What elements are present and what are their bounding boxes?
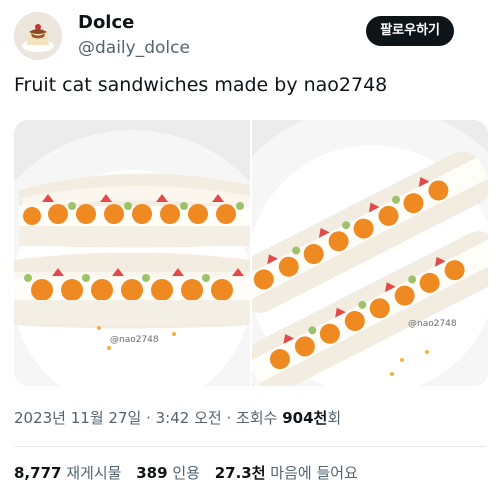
meta-separator: · bbox=[226, 409, 232, 427]
likes-label: 마음에 들어요 bbox=[270, 464, 358, 482]
user-handle[interactable]: @daily_dolce bbox=[78, 36, 190, 60]
views-count: 904천 bbox=[282, 409, 328, 427]
meta-separator: · bbox=[146, 409, 151, 427]
divider bbox=[14, 446, 486, 447]
views-suffix: 회 bbox=[327, 409, 342, 427]
tweet-date[interactable]: 2023년 11월 27일 bbox=[14, 409, 141, 427]
author-names: Dolce @daily_dolce bbox=[78, 12, 190, 60]
tweet-time[interactable]: 3:42 오전 bbox=[156, 409, 222, 427]
media-photo[interactable]: @nao2748 bbox=[14, 120, 292, 386]
likes-count: 27.3천 bbox=[214, 464, 266, 482]
retweets-label: 재게시물 bbox=[66, 464, 122, 482]
tweet-text: Fruit cat sandwiches made by nao2748 bbox=[14, 74, 388, 96]
display-name[interactable]: Dolce bbox=[78, 12, 190, 34]
retweets-count: 8,777 bbox=[14, 464, 62, 482]
watermark: @nao2748 bbox=[408, 319, 457, 329]
tweet-header: Dolce @daily_dolce 팔로우하기 bbox=[14, 10, 486, 66]
pudding-avatar-icon bbox=[14, 12, 62, 60]
quotes-stat[interactable]: 389 인용 bbox=[136, 464, 204, 482]
watermark: @nao2748 bbox=[110, 335, 159, 345]
quotes-count: 389 bbox=[136, 464, 168, 482]
engagement-stats: 8,777 재게시물 389 인용 27.3천 마음에 들어요 bbox=[14, 462, 368, 484]
retweets-stat[interactable]: 8,777 재게시물 bbox=[14, 464, 126, 482]
follow-button[interactable]: 팔로우하기 bbox=[366, 16, 454, 46]
views-label: 조회수 bbox=[236, 409, 278, 427]
media-grid: @nao2748 @nao2748 bbox=[14, 120, 488, 386]
avatar[interactable] bbox=[14, 12, 62, 60]
media-photo[interactable]: @nao2748 bbox=[207, 120, 488, 386]
tweet-meta: 2023년 11월 27일 · 3:42 오전 · 조회수 904천회 bbox=[14, 407, 341, 429]
likes-stat[interactable]: 27.3천 마음에 들어요 bbox=[215, 464, 358, 482]
quotes-label: 인용 bbox=[172, 464, 200, 482]
